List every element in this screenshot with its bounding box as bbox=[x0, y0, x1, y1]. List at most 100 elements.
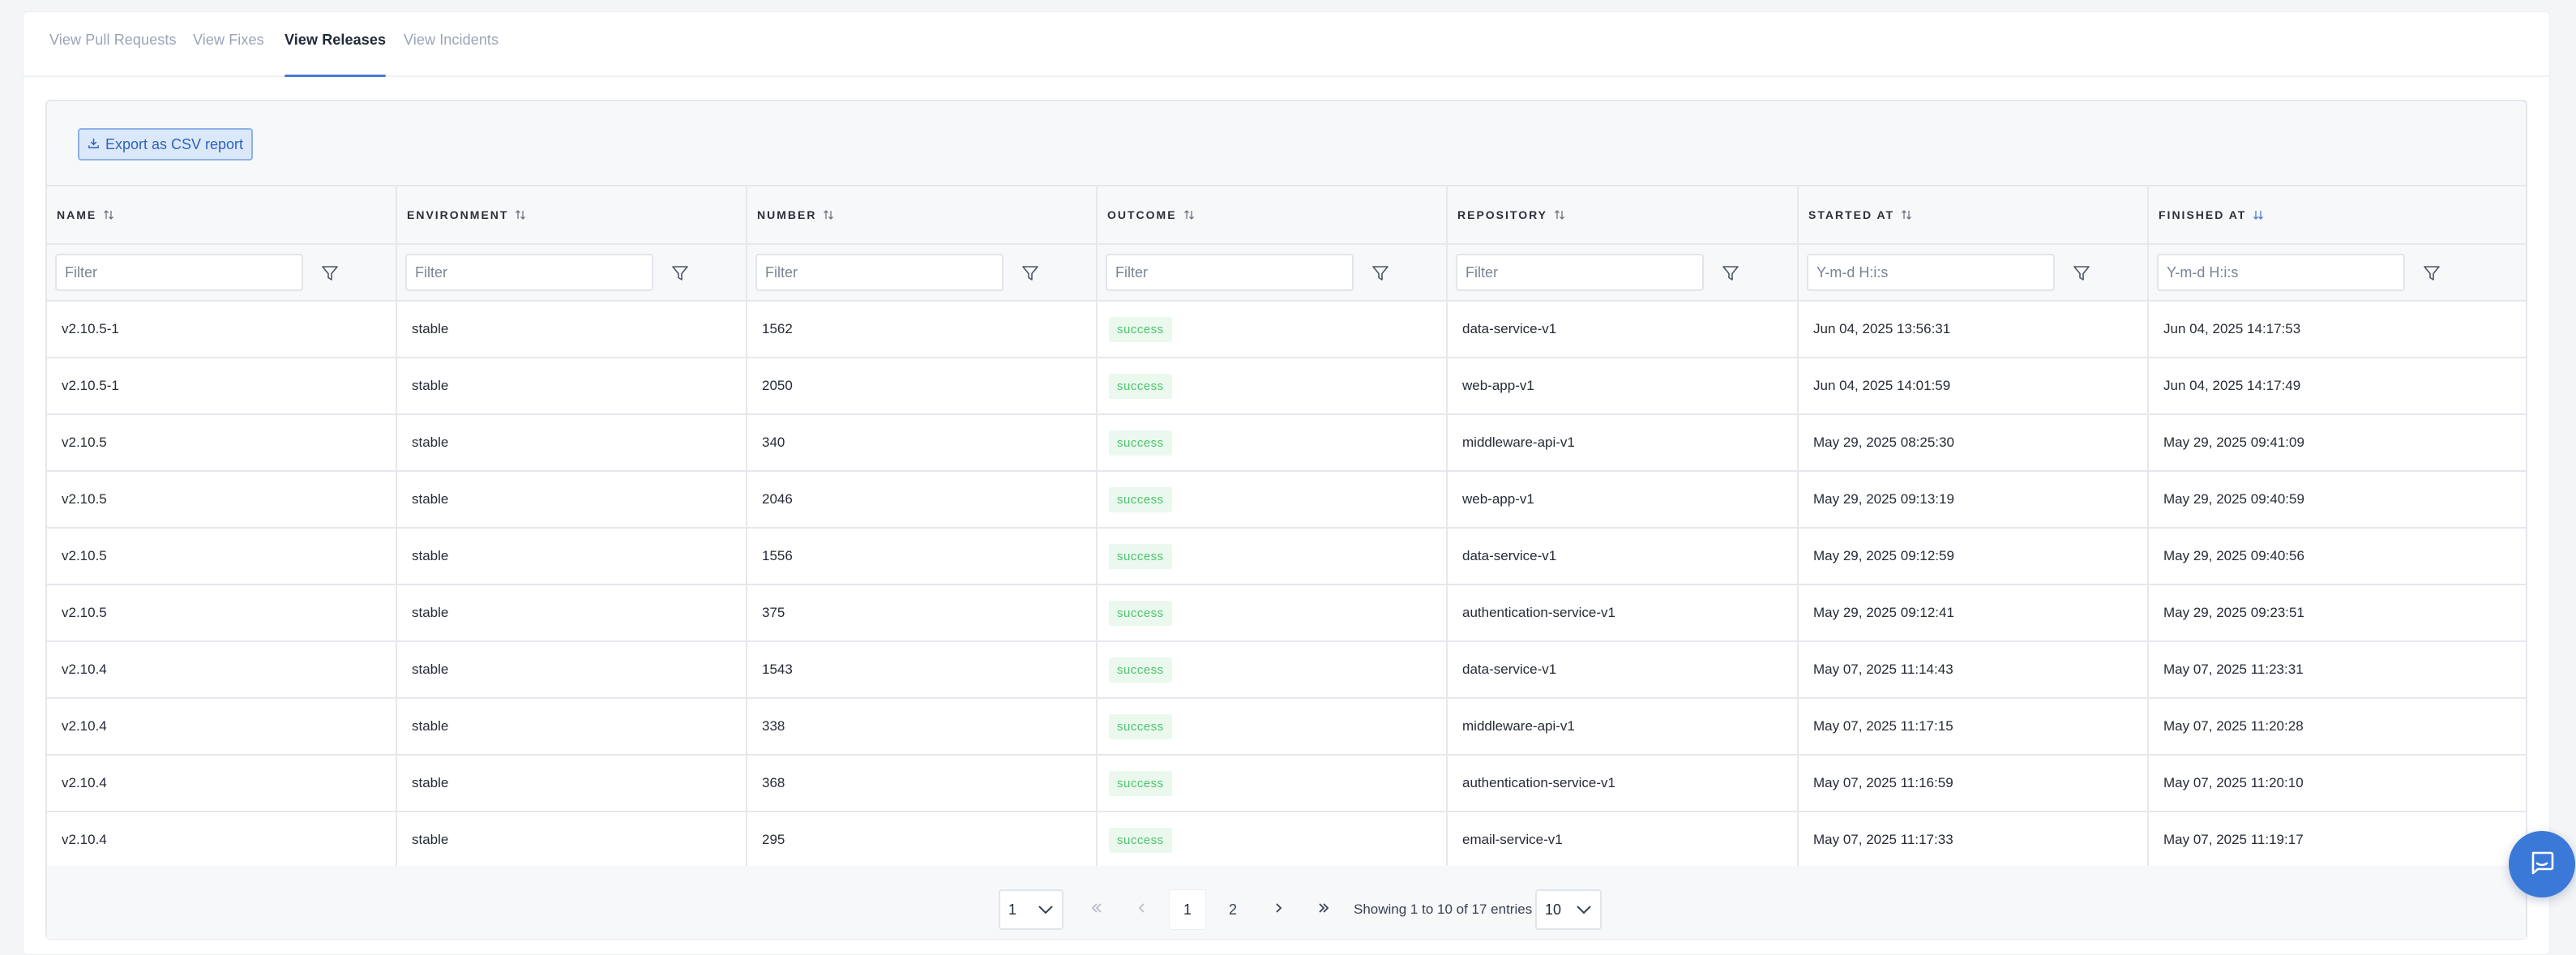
sort-both-icon[interactable] bbox=[1554, 209, 1565, 221]
filter-funnel-icon[interactable] bbox=[319, 263, 340, 284]
repository-cell: data-service-v1 bbox=[1448, 302, 1799, 357]
table-row[interactable]: v2.10.4 stable 295 success email-service-v1 M… bbox=[47, 812, 2526, 869]
page-select-value: 1 bbox=[1008, 901, 1017, 918]
outcome-status-badge: success bbox=[1109, 486, 1172, 512]
outcome-cell: success bbox=[1098, 756, 1448, 811]
environment-cell: stable bbox=[397, 585, 747, 640]
number-cell: 1562 bbox=[747, 302, 1098, 357]
environment-value: stable bbox=[412, 662, 449, 677]
chat-support-button[interactable] bbox=[2509, 831, 2575, 897]
releases-table: NAME ENVIRONMENT NUMBER OUTCOME REPOSITORY ST… bbox=[47, 185, 2526, 869]
table-row[interactable]: v2.10.5 stable 340 success middleware-api-v1… bbox=[47, 415, 2526, 472]
last-page-button[interactable] bbox=[1305, 889, 1342, 930]
outcome-cell: success bbox=[1098, 358, 1448, 413]
number-cell: 295 bbox=[747, 812, 1098, 867]
repository-value: authentication-service-v1 bbox=[1462, 775, 1615, 790]
sort-both-icon[interactable] bbox=[1183, 209, 1195, 221]
number-value: 2050 bbox=[762, 378, 793, 393]
name-value: v2.10.5 bbox=[62, 548, 107, 563]
repository-cell: middleware-api-v1 bbox=[1448, 415, 1799, 470]
column-header-outcome[interactable]: OUTCOME bbox=[1098, 186, 1448, 243]
environment-cell: stable bbox=[397, 472, 747, 527]
double-chevron-right-icon bbox=[1316, 901, 1331, 919]
sort-both-icon[interactable] bbox=[103, 209, 114, 221]
pagination-info: Showing 1 to 10 of 17 entries bbox=[1354, 901, 1533, 917]
page-size-dropdown[interactable]: 10 bbox=[1535, 889, 1602, 930]
page-select-dropdown[interactable]: 1 bbox=[999, 889, 1063, 930]
environment-filter-input[interactable] bbox=[405, 254, 653, 291]
table-row[interactable]: v2.10.5-1 stable 2050 success web-app-v1 Jun … bbox=[47, 358, 2526, 415]
started-at-value: May 29, 2025 09:12:41 bbox=[1813, 605, 1954, 620]
outcome-status-badge: success bbox=[1109, 543, 1172, 569]
table-row[interactable]: v2.10.4 stable 368 success authentication-se… bbox=[47, 756, 2526, 812]
filter-cell bbox=[397, 245, 747, 300]
releases-card: View Pull Requests View Fixes View Relea… bbox=[23, 11, 2550, 955]
repository-cell: authentication-service-v1 bbox=[1448, 585, 1799, 640]
tab-view-fixes[interactable]: View Fixes bbox=[193, 32, 264, 77]
tab-view-pull-requests[interactable]: View Pull Requests bbox=[49, 32, 177, 77]
column-header-environment[interactable]: ENVIRONMENT bbox=[397, 186, 747, 243]
next-page-button[interactable] bbox=[1260, 889, 1297, 930]
prev-page-button[interactable] bbox=[1123, 889, 1161, 930]
table-row[interactable]: v2.10.5 stable 375 success authentication-se… bbox=[47, 585, 2526, 642]
tab-view-incidents[interactable]: View Incidents bbox=[404, 32, 499, 77]
filter-funnel-icon[interactable] bbox=[1720, 263, 1741, 284]
tab-view-releases[interactable]: View Releases bbox=[285, 32, 387, 77]
finished-at-cell: May 29, 2025 09:40:59 bbox=[2149, 472, 2510, 527]
table-row[interactable]: v2.10.5 stable 1556 success data-service-v1 M… bbox=[47, 529, 2526, 585]
finished-at-value: Jun 04, 2025 14:17:53 bbox=[2163, 321, 2301, 336]
page-button-1[interactable]: 1 bbox=[1169, 889, 1206, 930]
export-csv-button[interactable]: Export as CSV report bbox=[78, 128, 253, 161]
column-header-finished-at[interactable]: FINISHED AT bbox=[2149, 186, 2510, 243]
number-cell: 338 bbox=[747, 699, 1098, 754]
outcome-cell: success bbox=[1098, 585, 1448, 640]
number-filter-input[interactable] bbox=[755, 254, 1003, 291]
finished-at-value: May 07, 2025 11:19:17 bbox=[2163, 832, 2304, 847]
filter-funnel-icon[interactable] bbox=[1020, 263, 1041, 284]
finished-at-value: May 29, 2025 09:40:56 bbox=[2163, 548, 2304, 563]
table-row[interactable]: v2.10.4 stable 1543 success data-service-v1 M… bbox=[47, 642, 2526, 699]
column-header-started-at[interactable]: STARTED AT bbox=[1799, 186, 2149, 243]
sort-desc-icon[interactable] bbox=[2253, 209, 2264, 221]
outcome-cell: success bbox=[1098, 812, 1448, 867]
name-cell: v2.10.5 bbox=[47, 472, 397, 527]
export-csv-label: Export as CSV report bbox=[105, 135, 244, 152]
column-header-name[interactable]: NAME bbox=[47, 186, 397, 243]
column-header-number[interactable]: NUMBER bbox=[747, 186, 1098, 243]
filter-cell bbox=[47, 245, 397, 300]
sort-both-icon[interactable] bbox=[823, 209, 834, 221]
repository-cell: data-service-v1 bbox=[1448, 529, 1799, 584]
filter-funnel-icon[interactable] bbox=[670, 263, 691, 284]
environment-value: stable bbox=[412, 491, 449, 507]
finished-at-filter-input[interactable] bbox=[2157, 254, 2405, 291]
outcome-filter-input[interactable] bbox=[1106, 254, 1354, 291]
download-icon bbox=[88, 136, 100, 153]
started-at-cell: May 07, 2025 11:17:15 bbox=[1799, 699, 2149, 754]
filter-funnel-icon[interactable] bbox=[1370, 263, 1391, 284]
column-header-label: NAME bbox=[57, 208, 97, 221]
environment-value: stable bbox=[412, 605, 449, 620]
table-row[interactable]: v2.10.5-1 stable 1562 success data-service-v… bbox=[47, 302, 2526, 358]
first-page-button[interactable] bbox=[1078, 889, 1115, 930]
sort-both-icon[interactable] bbox=[1901, 209, 1912, 221]
filter-funnel-icon[interactable] bbox=[2421, 263, 2442, 284]
repository-value: middleware-api-v1 bbox=[1462, 435, 1575, 450]
sort-both-icon[interactable] bbox=[515, 209, 526, 221]
table-row[interactable]: v2.10.4 stable 338 success middleware-api-v1… bbox=[47, 699, 2526, 756]
page-size-value: 10 bbox=[1545, 901, 1562, 918]
started-at-value: May 29, 2025 09:13:19 bbox=[1813, 491, 1954, 507]
table-row[interactable]: v2.10.5 stable 2046 success web-app-v1 May 29… bbox=[47, 472, 2526, 529]
column-header-repository[interactable]: REPOSITORY bbox=[1448, 186, 1799, 243]
releases-table-panel: Export as CSV report NAME ENVIRONMENT NUMB… bbox=[45, 100, 2527, 940]
repository-filter-input[interactable] bbox=[1456, 254, 1704, 291]
started-at-filter-input[interactable] bbox=[1807, 254, 2055, 291]
number-cell: 2046 bbox=[747, 472, 1098, 527]
environment-cell: stable bbox=[397, 302, 747, 357]
page-button-2[interactable]: 2 bbox=[1214, 889, 1252, 930]
filter-funnel-icon[interactable] bbox=[2071, 263, 2092, 284]
name-cell: v2.10.4 bbox=[47, 699, 397, 754]
outcome-cell: success bbox=[1098, 302, 1448, 357]
environment-cell: stable bbox=[397, 642, 747, 697]
name-filter-input[interactable] bbox=[55, 254, 303, 291]
environment-cell: stable bbox=[397, 756, 747, 811]
